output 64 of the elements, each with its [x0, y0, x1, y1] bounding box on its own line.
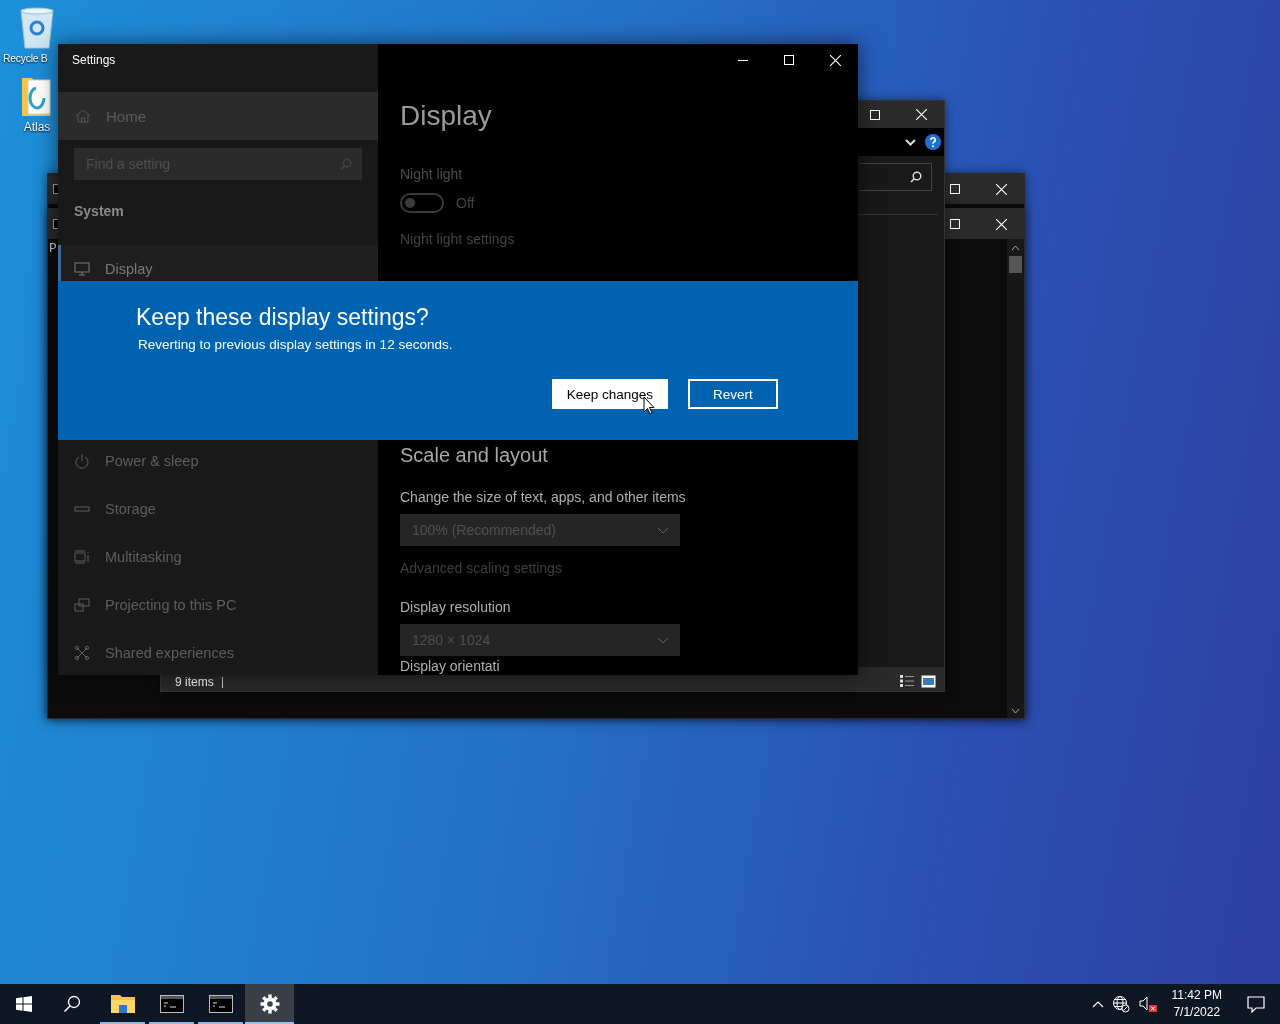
- chevron-up-icon[interactable]: [1091, 1000, 1104, 1008]
- windows-logo-icon: [16, 996, 32, 1012]
- details-view-icon[interactable]: [899, 674, 915, 688]
- minimize-icon: [738, 59, 748, 61]
- muted-speaker-icon[interactable]: [1137, 995, 1158, 1013]
- dialog-title: Keep these display settings?: [136, 303, 429, 332]
- search-icon: [910, 171, 922, 183]
- nav-item[interactable]: Projecting to this PC: [58, 581, 378, 629]
- settings-link[interactable]: Advanced scaling settings: [400, 558, 562, 578]
- multitasking-icon: [74, 549, 90, 565]
- section-heading: System: [74, 202, 124, 221]
- revert-button[interactable]: Revert: [688, 379, 778, 409]
- page-title: Display: [400, 99, 492, 133]
- home-icon: [75, 108, 91, 124]
- nav-item[interactable]: Power & sleep: [58, 437, 378, 485]
- scroll-down-icon: [1011, 708, 1020, 714]
- desktop-icon-label[interactable]: Recycle B: [3, 52, 48, 64]
- power-icon: [74, 453, 90, 469]
- keep-changes-button[interactable]: Keep changes: [551, 379, 668, 409]
- setting-label: Change the size of text, apps, and other items: [400, 488, 686, 507]
- setting-label: Display orientati: [400, 658, 500, 674]
- projector-icon: [74, 597, 90, 613]
- clock[interactable]: 11:42 PM 7/1/2022: [1165, 987, 1228, 1021]
- folder-icon: [110, 994, 135, 1014]
- setting-label: Night light: [400, 165, 463, 184]
- console-text: P: [48, 240, 57, 257]
- settings-icon: [259, 994, 280, 1014]
- close-icon: [915, 109, 927, 120]
- window-title: Settings: [71, 53, 117, 67]
- setting-label: Display resolution: [400, 598, 511, 617]
- toggle-state: Off: [456, 195, 475, 211]
- desktop-icon-label[interactable]: Atlas: [23, 120, 51, 134]
- dialog-message: Reverting to previous display settings in 12 seconds.: [138, 336, 453, 354]
- taskbar-app-button[interactable]: [245, 984, 294, 1024]
- scroll-thumb[interactable]: [1009, 256, 1022, 273]
- close-icon: [829, 54, 841, 66]
- globe-icon[interactable]: [1111, 995, 1130, 1013]
- shared-experiences-icon: [74, 645, 90, 661]
- section-heading: Scale and layout: [400, 443, 548, 468]
- nav-item[interactable]: Storage: [58, 485, 378, 533]
- nav-item[interactable]: Multitasking: [58, 533, 378, 581]
- status-text: 9 items: [175, 677, 223, 688]
- search-icon: [340, 158, 352, 170]
- chevron-down-icon[interactable]: [905, 138, 916, 146]
- settings-link[interactable]: Night light settings: [400, 229, 515, 249]
- maximize-icon: [870, 109, 880, 120]
- close-icon: [995, 218, 1007, 230]
- maximize-icon: [950, 184, 960, 194]
- recycle-bin-icon: [17, 6, 57, 50]
- notification-icon: [1247, 995, 1265, 1013]
- monitor-icon: [74, 261, 90, 277]
- close-icon: [995, 183, 1007, 195]
- scrollbar[interactable]: [1007, 239, 1024, 718]
- maximize-icon: [950, 219, 960, 229]
- maximize-icon: [784, 55, 794, 65]
- toggle-switch[interactable]: [400, 193, 444, 213]
- search-field[interactable]: [859, 163, 932, 191]
- search-icon: [63, 995, 81, 1013]
- help-icon[interactable]: [925, 134, 941, 150]
- chevron-down-icon: [657, 526, 669, 534]
- nav-item[interactable]: Shared experiences: [58, 629, 378, 675]
- chevron-down-icon: [657, 636, 669, 644]
- large-icons-view-icon[interactable]: [921, 675, 936, 688]
- scroll-up-icon: [1011, 245, 1020, 251]
